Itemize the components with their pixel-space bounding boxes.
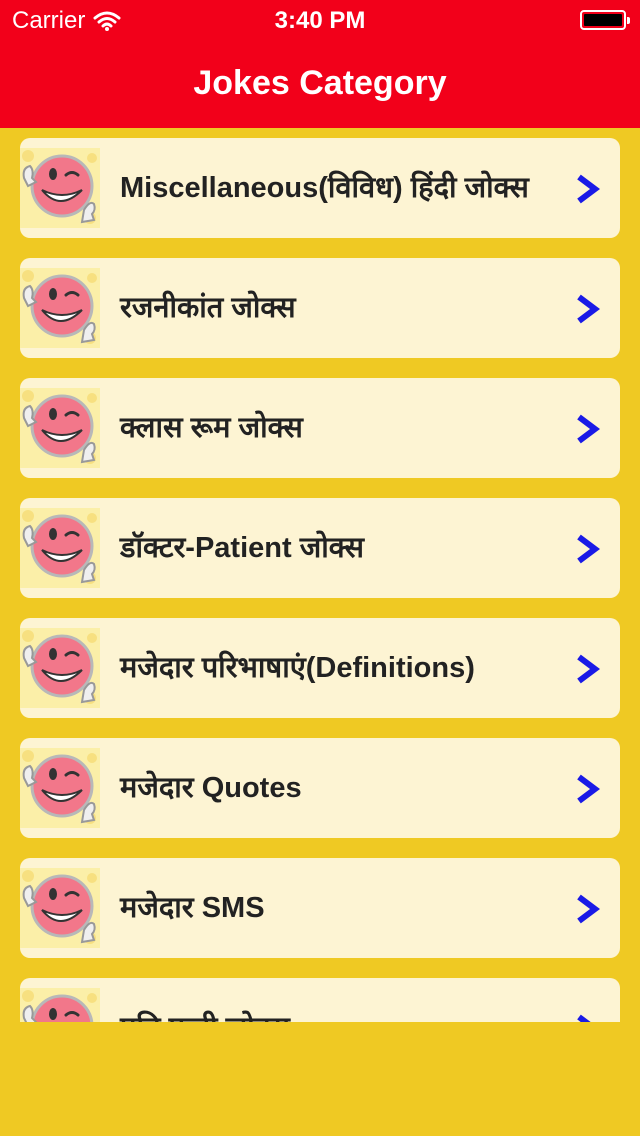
chevron-right-icon[interactable] bbox=[574, 294, 602, 324]
navigation-bar: Carrier 3:40 PM Jokes Category bbox=[0, 0, 640, 128]
list-item[interactable]: Miscellaneous(विविध) हिंदी जोक्स bbox=[20, 138, 620, 238]
list-item[interactable]: मजेदार SMS bbox=[20, 858, 620, 958]
list-item[interactable]: पति पत्नी जोक्स bbox=[20, 978, 620, 1022]
chevron-right-icon[interactable] bbox=[574, 1014, 602, 1022]
smiley-thumbs-up-icon bbox=[20, 388, 100, 468]
category-label: मजेदार SMS bbox=[120, 892, 265, 924]
smiley-thumbs-up-icon bbox=[20, 988, 100, 1022]
category-label: पति पत्नी जोक्स bbox=[120, 978, 290, 1022]
smiley-thumbs-up-icon bbox=[20, 868, 100, 948]
page-title: Jokes Category bbox=[193, 64, 447, 102]
list-item[interactable]: रजनीकांत जोक्स bbox=[20, 258, 620, 358]
list-item[interactable]: क्लास रूम जोक्स bbox=[20, 378, 620, 478]
list-item[interactable]: मजेदार परिभाषाएं(Definitions) bbox=[20, 618, 620, 718]
status-time: 3:40 PM bbox=[274, 7, 366, 34]
status-bar: Carrier 3:40 PM bbox=[0, 0, 640, 40]
chevron-right-icon[interactable] bbox=[574, 774, 602, 804]
category-label: डॉक्टर-Patient जोक्स bbox=[120, 532, 364, 564]
battery-icon bbox=[580, 10, 630, 30]
chevron-right-icon[interactable] bbox=[574, 654, 602, 684]
footer-area bbox=[0, 1022, 640, 1136]
smiley-thumbs-up-icon bbox=[20, 148, 100, 228]
chevron-right-icon[interactable] bbox=[574, 534, 602, 564]
list-item[interactable]: मजेदार Quotes bbox=[20, 738, 620, 838]
chevron-right-icon[interactable] bbox=[574, 414, 602, 444]
smiley-thumbs-up-icon bbox=[20, 628, 100, 708]
chevron-right-icon[interactable] bbox=[574, 174, 602, 204]
smiley-thumbs-up-icon bbox=[20, 508, 100, 588]
category-list[interactable]: Miscellaneous(विविध) हिंदी जोक्स रजनीकांत… bbox=[0, 128, 640, 1022]
smiley-thumbs-up-icon bbox=[20, 268, 100, 348]
chevron-right-icon[interactable] bbox=[574, 894, 602, 924]
category-label: मजेदार परिभाषाएं(Definitions) bbox=[120, 652, 475, 684]
smiley-thumbs-up-icon bbox=[20, 748, 100, 828]
category-label: Miscellaneous(विविध) हिंदी जोक्स bbox=[120, 172, 529, 204]
category-label: क्लास रूम जोक्स bbox=[120, 412, 303, 444]
category-label: मजेदार Quotes bbox=[120, 772, 302, 804]
category-label: रजनीकांत जोक्स bbox=[120, 292, 296, 324]
list-item[interactable]: डॉक्टर-Patient जोक्स bbox=[20, 498, 620, 598]
